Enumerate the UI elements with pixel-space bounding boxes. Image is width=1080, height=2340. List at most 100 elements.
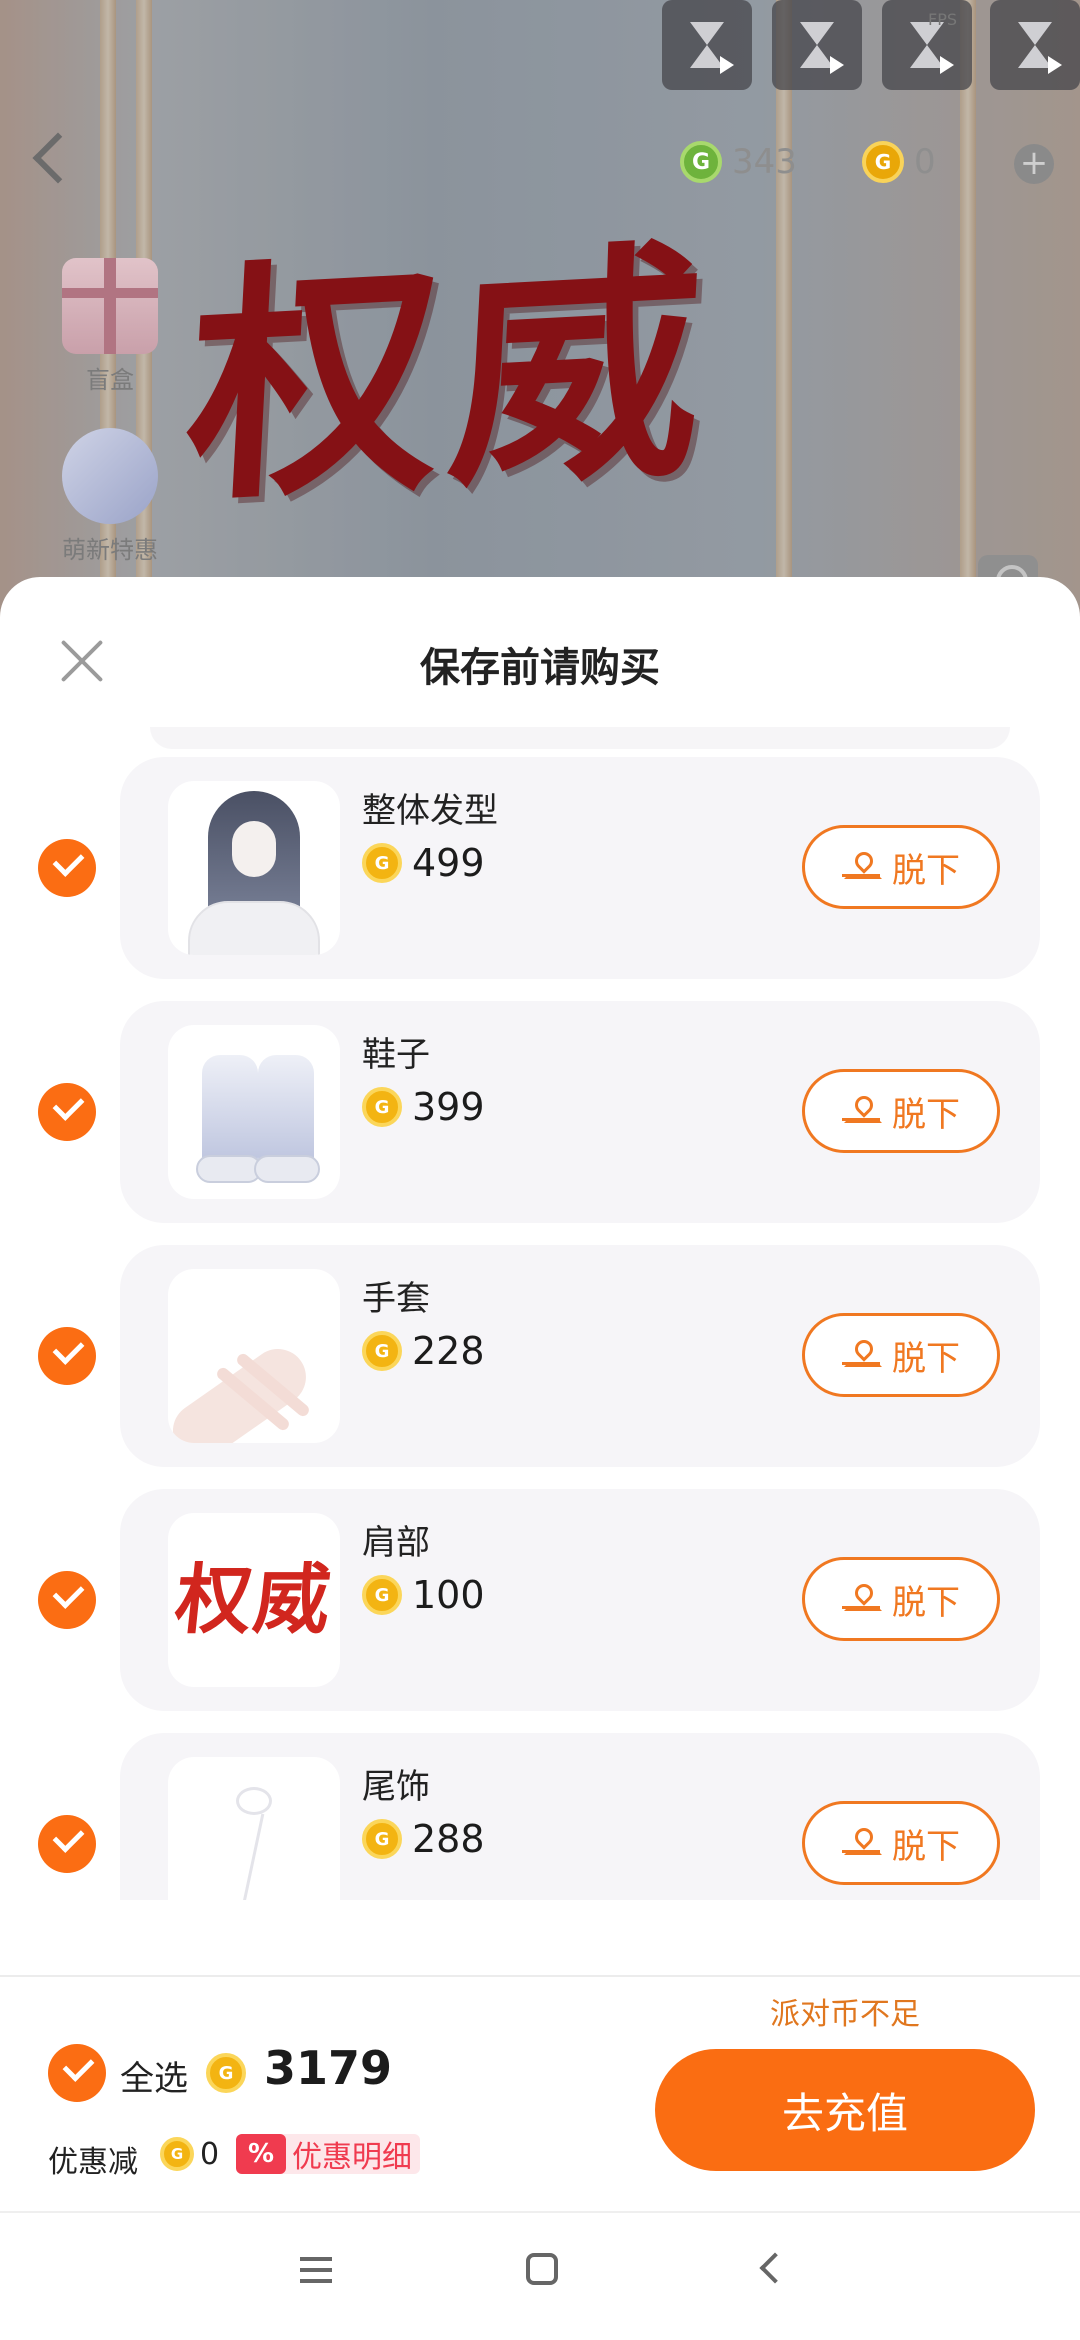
shirt-shape: [188, 901, 320, 955]
select-all-checkbox[interactable]: [48, 2044, 106, 2102]
shoulder-text-decal: 权威: [171, 1555, 337, 1644]
bow-shape: [236, 1787, 272, 1815]
hanger-icon: [842, 1828, 882, 1858]
item-checkbox[interactable]: [38, 1083, 96, 1141]
face-shape: [232, 821, 276, 877]
previous-item-card-edge: [150, 727, 1010, 749]
hourglass-replay-button[interactable]: [882, 0, 972, 90]
item-checkbox[interactable]: [38, 1327, 96, 1385]
remove-item-button[interactable]: 脱下: [802, 825, 1000, 909]
play-icon: [720, 56, 734, 74]
coin-icon: G: [362, 1087, 402, 1127]
item-thumbnail: [168, 1025, 340, 1199]
coin-icon: G: [362, 1575, 402, 1615]
discount-value: 0: [200, 2137, 220, 2172]
price-value: 228: [412, 1329, 485, 1373]
blind-box-label: 盲盒: [86, 366, 134, 394]
item-checkbox[interactable]: [38, 1815, 96, 1873]
item-price: G 399: [362, 1085, 485, 1129]
insufficient-balance-notice: 派对币不足: [770, 1997, 920, 2032]
item-checkbox[interactable]: [38, 1571, 96, 1629]
gold-coin-icon: G: [862, 141, 904, 183]
item-thumbnail: [168, 1757, 340, 1900]
play-icon: [1048, 56, 1062, 74]
coin-icon: G: [362, 843, 402, 883]
hourglass-icon: [690, 22, 724, 68]
total-price: 3179: [264, 2041, 393, 2095]
tail-shape: [242, 1813, 265, 1900]
item-thumbnail: 权威: [168, 1513, 340, 1687]
hourglass-replay-button[interactable]: [662, 0, 752, 90]
item-name: 尾饰: [362, 1767, 430, 1807]
item-thumbnail: [168, 781, 340, 955]
item-card[interactable]: 鞋子 G 399 脱下: [120, 1001, 1040, 1223]
remove-label: 脱下: [892, 1826, 960, 1867]
green-currency: G 343: [680, 132, 797, 192]
recharge-button[interactable]: 去充值: [655, 2049, 1035, 2171]
hanger-icon: [842, 1584, 882, 1614]
price-value: 499: [412, 841, 485, 885]
checkout-bar: 全选 G 3179 优惠减 G 0 % 优惠明细 派对币不足 去充值: [0, 1975, 1080, 2211]
gift-box-icon: [62, 258, 158, 354]
discount-detail-label: 优惠明细: [292, 2140, 412, 2175]
select-all-label[interactable]: 全选: [120, 2051, 188, 2100]
item-price: G 499: [362, 841, 485, 885]
hourglass-replay-button[interactable]: [772, 0, 862, 90]
newbie-offer-label: 萌新特惠: [62, 536, 158, 564]
item-checkbox[interactable]: [38, 839, 96, 897]
hourglass-replay-button[interactable]: [990, 0, 1080, 90]
price-value: 399: [412, 1085, 485, 1129]
gold-currency-value: 0: [914, 142, 936, 182]
hourglass-icon: [1018, 22, 1052, 68]
remove-item-button[interactable]: 脱下: [802, 1313, 1000, 1397]
item-name: 肩部: [362, 1523, 430, 1563]
system-back-icon[interactable]: [759, 2252, 791, 2284]
item-card[interactable]: 整体发型 G 499 脱下: [120, 757, 1040, 979]
remove-item-button[interactable]: 脱下: [802, 1557, 1000, 1641]
hanger-icon: [842, 852, 882, 882]
list-item: 鞋子 G 399 脱下: [0, 1001, 1080, 1223]
item-list[interactable]: 整体发型 G 499 脱下 鞋子 G 399 脱下 手套 G 228 脱下 权威…: [0, 727, 1080, 1900]
hourglass-icon: [800, 22, 834, 68]
remove-label: 脱下: [892, 1094, 960, 1135]
item-thumbnail: [168, 1269, 340, 1443]
discount-label: 优惠减: [48, 2145, 138, 2180]
percent-icon: %: [236, 2134, 286, 2174]
item-price: G 228: [362, 1329, 485, 1373]
list-item: 尾饰 G 288 脱下: [0, 1733, 1080, 1900]
coin-icon: G: [362, 1819, 402, 1859]
item-price: G 288: [362, 1817, 485, 1861]
item-name: 鞋子: [362, 1035, 430, 1075]
play-icon: [940, 56, 954, 74]
list-item: 手套 G 228 脱下: [0, 1245, 1080, 1467]
blind-box-entry[interactable]: 盲盒: [50, 258, 170, 395]
remove-item-button[interactable]: 脱下: [802, 1801, 1000, 1885]
add-currency-button[interactable]: +: [1014, 144, 1054, 184]
coin-icon: G: [206, 2053, 246, 2093]
item-card[interactable]: 尾饰 G 288 脱下: [120, 1733, 1040, 1900]
newbie-avatar-icon: [62, 428, 158, 524]
recent-apps-icon[interactable]: [300, 2257, 332, 2283]
item-name: 整体发型: [362, 791, 498, 831]
item-price: G 100: [362, 1573, 485, 1617]
item-card[interactable]: 权威 肩部 G 100 脱下: [120, 1489, 1040, 1711]
discount-detail-link[interactable]: % 优惠明细: [236, 2134, 420, 2175]
item-card[interactable]: 手套 G 228 脱下: [120, 1245, 1040, 1467]
list-item: 权威 肩部 G 100 脱下: [0, 1489, 1080, 1711]
hanger-icon: [842, 1096, 882, 1126]
sole-shape: [196, 1155, 262, 1183]
remove-label: 脱下: [892, 850, 960, 891]
item-name: 手套: [362, 1279, 430, 1319]
coin-icon: G: [160, 2137, 194, 2171]
remove-item-button[interactable]: 脱下: [802, 1069, 1000, 1153]
gold-currency: G 0: [862, 132, 936, 192]
price-value: 288: [412, 1817, 485, 1861]
play-icon: [830, 56, 844, 74]
list-item: 整体发型 G 499 脱下: [0, 757, 1080, 979]
newbie-offer-entry[interactable]: 萌新特惠: [50, 428, 170, 565]
price-value: 100: [412, 1573, 485, 1617]
sole-shape: [254, 1155, 320, 1183]
green-currency-value: 343: [732, 142, 797, 182]
home-icon[interactable]: [526, 2253, 558, 2285]
green-coin-icon: G: [680, 141, 722, 183]
